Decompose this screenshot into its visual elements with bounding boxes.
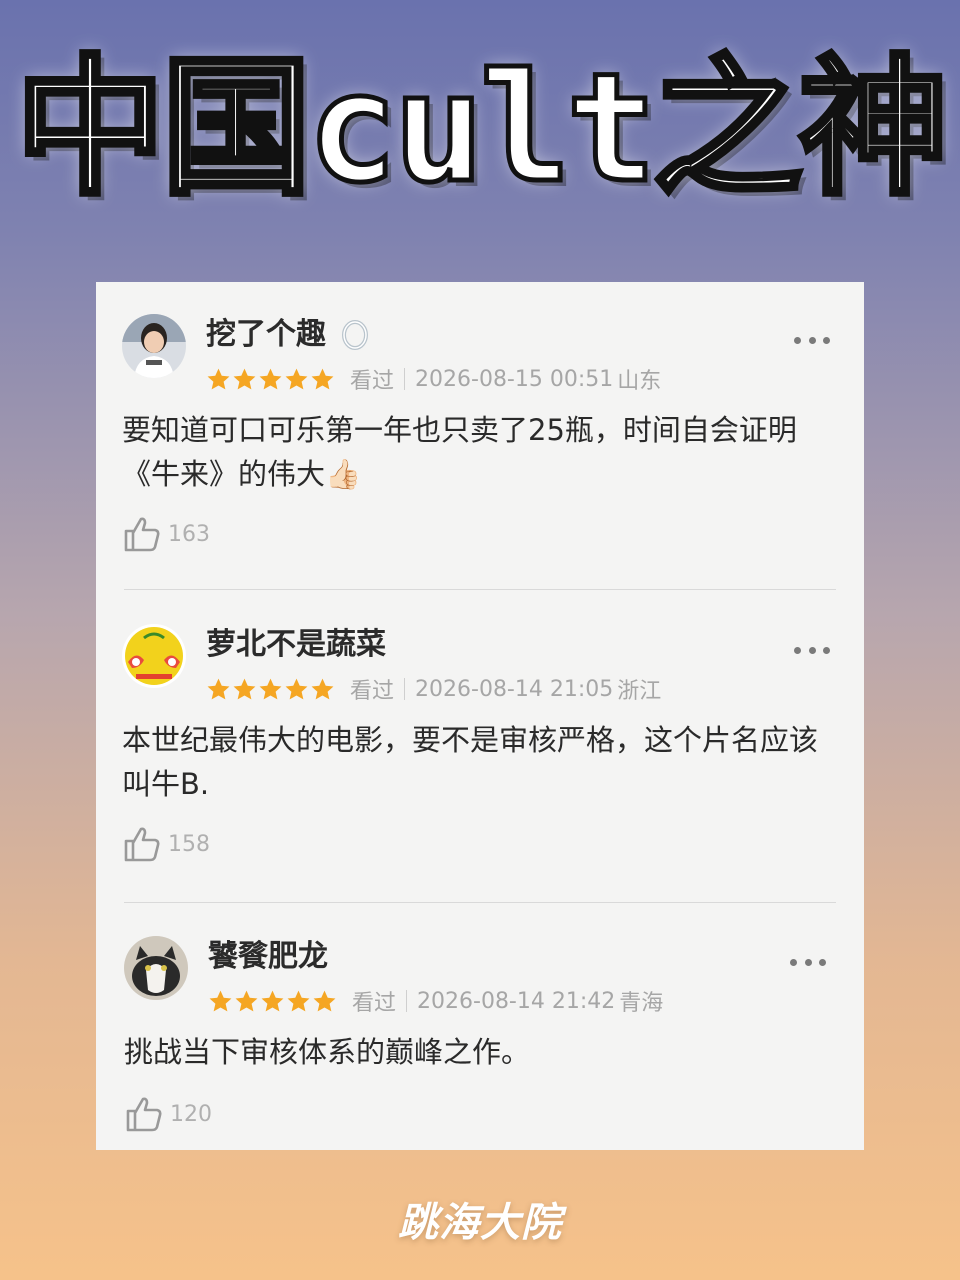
review-meta: 看过 2026-08-15 00:51 山东 bbox=[206, 362, 661, 396]
meta-separator bbox=[404, 368, 406, 390]
username[interactable]: 挖了个趣 bbox=[206, 314, 372, 356]
review-location: 青海 bbox=[619, 991, 664, 1016]
star-icon bbox=[233, 678, 256, 699]
star-icon bbox=[311, 368, 334, 389]
review-datetime: 2026-08-14 21:05 bbox=[415, 676, 614, 702]
review-location: 山东 bbox=[617, 369, 662, 394]
review-datetime: 2026-08-14 21:42 bbox=[417, 988, 616, 1014]
star-icon bbox=[259, 678, 282, 699]
person-avatar-icon bbox=[122, 314, 186, 378]
review-location: 浙江 bbox=[617, 679, 662, 704]
avatar[interactable] bbox=[122, 314, 186, 378]
like-button[interactable]: 163 bbox=[122, 514, 210, 554]
star-icon bbox=[209, 990, 232, 1011]
divider bbox=[124, 589, 836, 590]
review-content: 本世纪最伟大的电影，要不是审核严格，这个片名应该叫牛B. bbox=[122, 723, 819, 801]
star-rating bbox=[208, 989, 338, 1014]
username[interactable]: 萝北不是蔬菜 bbox=[206, 624, 386, 666]
watch-status: 看过 bbox=[352, 991, 397, 1016]
review-item: 饕餮肥龙 看过 2026-08-14 21:42 青海 挑战当下审核体系的巅峰之… bbox=[96, 904, 864, 1150]
divider bbox=[124, 902, 836, 903]
avatar[interactable] bbox=[122, 624, 186, 688]
more-options-icon[interactable] bbox=[790, 956, 826, 968]
star-icon bbox=[311, 678, 334, 699]
like-count: 163 bbox=[168, 521, 210, 547]
star-icon bbox=[285, 678, 308, 699]
avatar[interactable] bbox=[124, 936, 188, 1000]
review-meta: 看过 2026-08-14 21:05 浙江 bbox=[206, 672, 661, 706]
thumbs-up-icon bbox=[124, 517, 160, 552]
like-button[interactable]: 120 bbox=[124, 1094, 212, 1134]
star-icon bbox=[261, 990, 284, 1011]
watch-status: 看过 bbox=[350, 679, 395, 704]
star-icon bbox=[235, 990, 258, 1011]
like-count: 120 bbox=[170, 1101, 212, 1127]
thumbs-up-icon bbox=[126, 1097, 162, 1132]
watch-status: 看过 bbox=[350, 369, 395, 394]
star-icon bbox=[285, 368, 308, 389]
star-icon bbox=[207, 368, 230, 389]
review-meta: 看过 2026-08-14 21:42 青海 bbox=[208, 984, 663, 1018]
thumbs-up-icon bbox=[124, 827, 160, 862]
page-title: 中国cult之神 bbox=[13, 40, 951, 219]
star-icon bbox=[287, 990, 310, 1011]
star-icon bbox=[313, 990, 336, 1011]
star-rating bbox=[206, 367, 336, 392]
ring-icon bbox=[342, 320, 368, 350]
cat-avatar-icon bbox=[124, 936, 188, 1000]
cartoon-avatar-icon bbox=[122, 624, 186, 688]
more-options-icon[interactable] bbox=[794, 644, 830, 656]
star-icon bbox=[259, 368, 282, 389]
review-datetime: 2026-08-15 00:51 bbox=[415, 366, 614, 392]
more-options-icon[interactable] bbox=[794, 334, 830, 346]
watermark-logo: 跳海大院 bbox=[398, 1200, 562, 1246]
star-rating bbox=[206, 677, 336, 702]
meta-separator bbox=[404, 678, 406, 700]
like-count: 158 bbox=[168, 831, 210, 857]
star-icon bbox=[207, 678, 230, 699]
review-content: 挑战当下审核体系的巅峰之作。 bbox=[124, 1035, 531, 1069]
meta-separator bbox=[406, 990, 408, 1012]
review-item: 挖了个趣 看过 2026-08-15 00:51 山东 要知道可口可乐第一年也只… bbox=[96, 282, 864, 590]
review-content: 要知道可口可乐第一年也只卖了25瓶，时间自会证明《牛来》的伟大👍🏻 bbox=[122, 413, 797, 491]
review-item: 萝北不是蔬菜 看过 2026-08-14 21:05 浙江 本世纪最伟大的电影，… bbox=[96, 592, 864, 903]
star-icon bbox=[233, 368, 256, 389]
like-button[interactable]: 158 bbox=[122, 824, 210, 864]
username[interactable]: 饕餮肥龙 bbox=[208, 936, 328, 978]
review-card: 挖了个趣 看过 2026-08-15 00:51 山东 要知道可口可乐第一年也只… bbox=[96, 282, 864, 1150]
